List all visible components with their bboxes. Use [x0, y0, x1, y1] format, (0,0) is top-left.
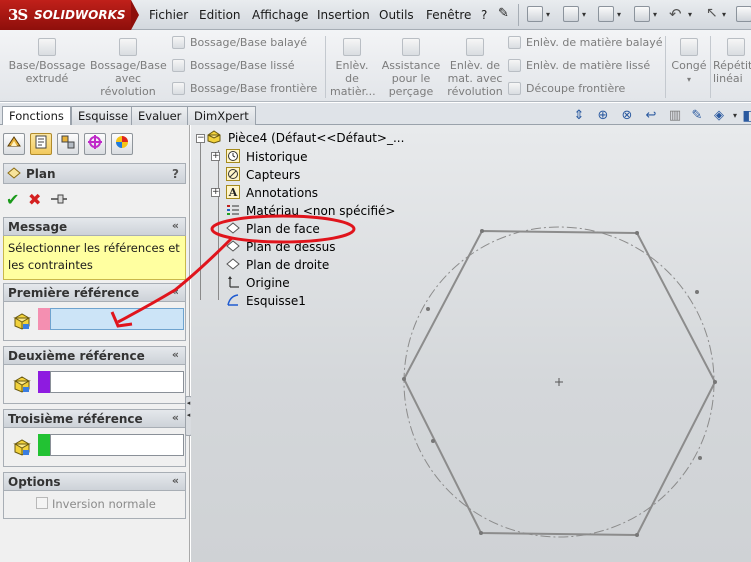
annotation-arrow-line [117, 236, 234, 324]
annotation-overlay [110, 214, 356, 328]
highlight-ellipse [210, 214, 356, 244]
